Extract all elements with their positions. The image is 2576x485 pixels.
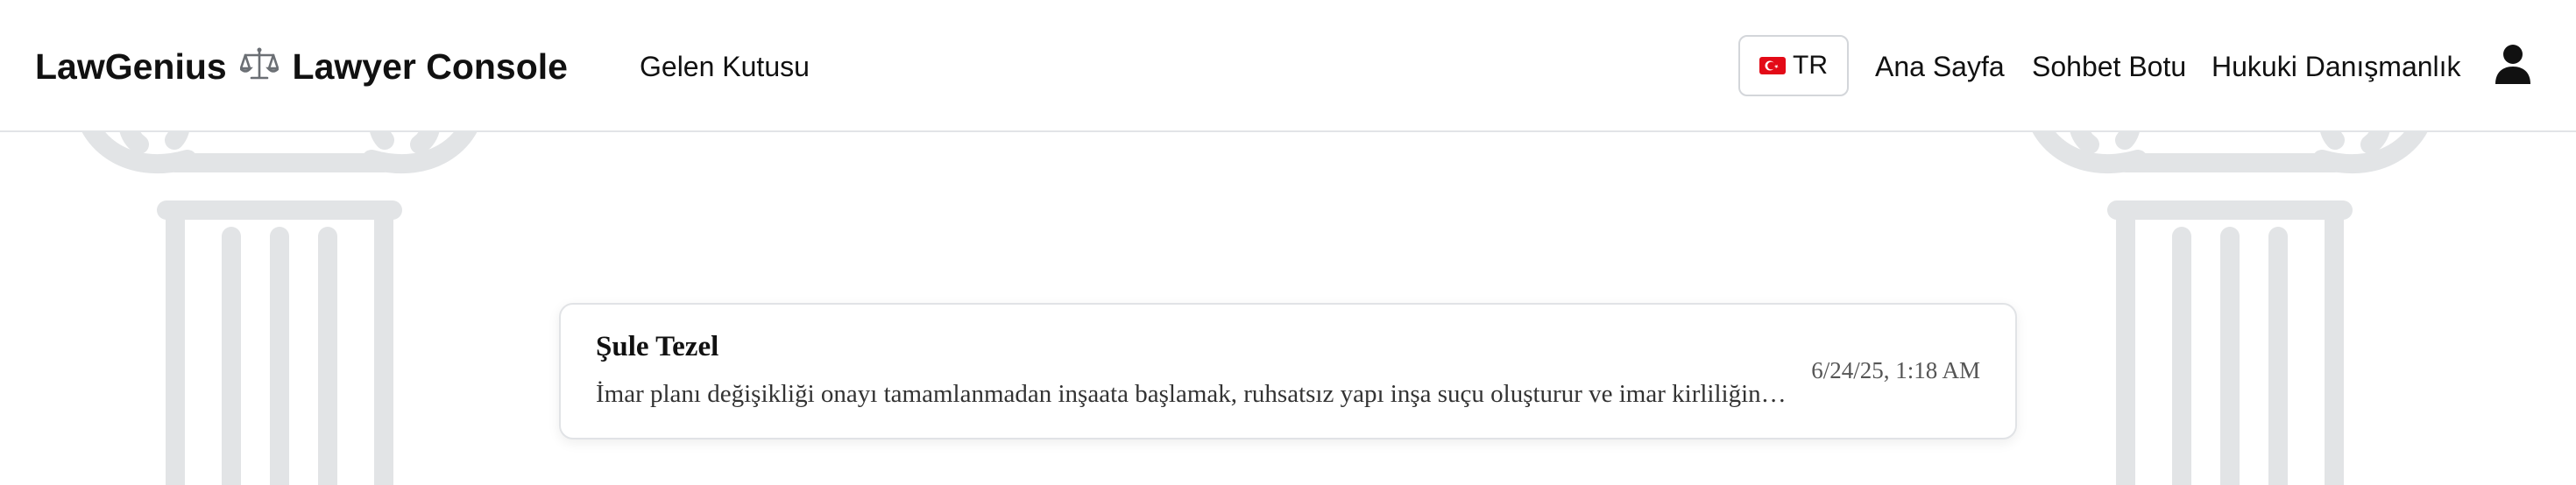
brand-suffix: Lawyer Console	[292, 46, 568, 87]
user-icon[interactable]	[2494, 44, 2532, 86]
message-card[interactable]: Şule Tezel İmar planı değişikliği onayı …	[559, 303, 2017, 439]
message-timestamp: 6/24/25, 1:18 AM	[1811, 357, 1980, 383]
language-label: TR	[1793, 51, 1828, 80]
turkey-flag-icon	[1759, 57, 1786, 74]
brand-name: LawGenius	[35, 46, 227, 87]
inbox-link[interactable]: Gelen Kutusu	[640, 47, 810, 86]
pillar-left-icon	[77, 123, 482, 485]
scales-icon	[237, 47, 281, 80]
message-sender: Şule Tezel	[596, 331, 719, 362]
top-navbar: LawGenius Lawyer Console Gelen Kutusu TR…	[0, 0, 2576, 132]
nav-chatbot-link[interactable]: Sohbet Botu	[2032, 47, 2186, 86]
nav-home-link[interactable]: Ana Sayfa	[1875, 47, 2005, 86]
nav-legal-advice-link[interactable]: Hukuki Danışmanlık	[2212, 47, 2461, 86]
message-preview: İmar planı değişikliği onayı tamamlanmad…	[596, 380, 1796, 408]
brand-title[interactable]: LawGenius Lawyer Console	[35, 42, 568, 91]
language-button[interactable]: TR	[1738, 35, 1849, 96]
pillar-right-icon	[2028, 123, 2432, 485]
